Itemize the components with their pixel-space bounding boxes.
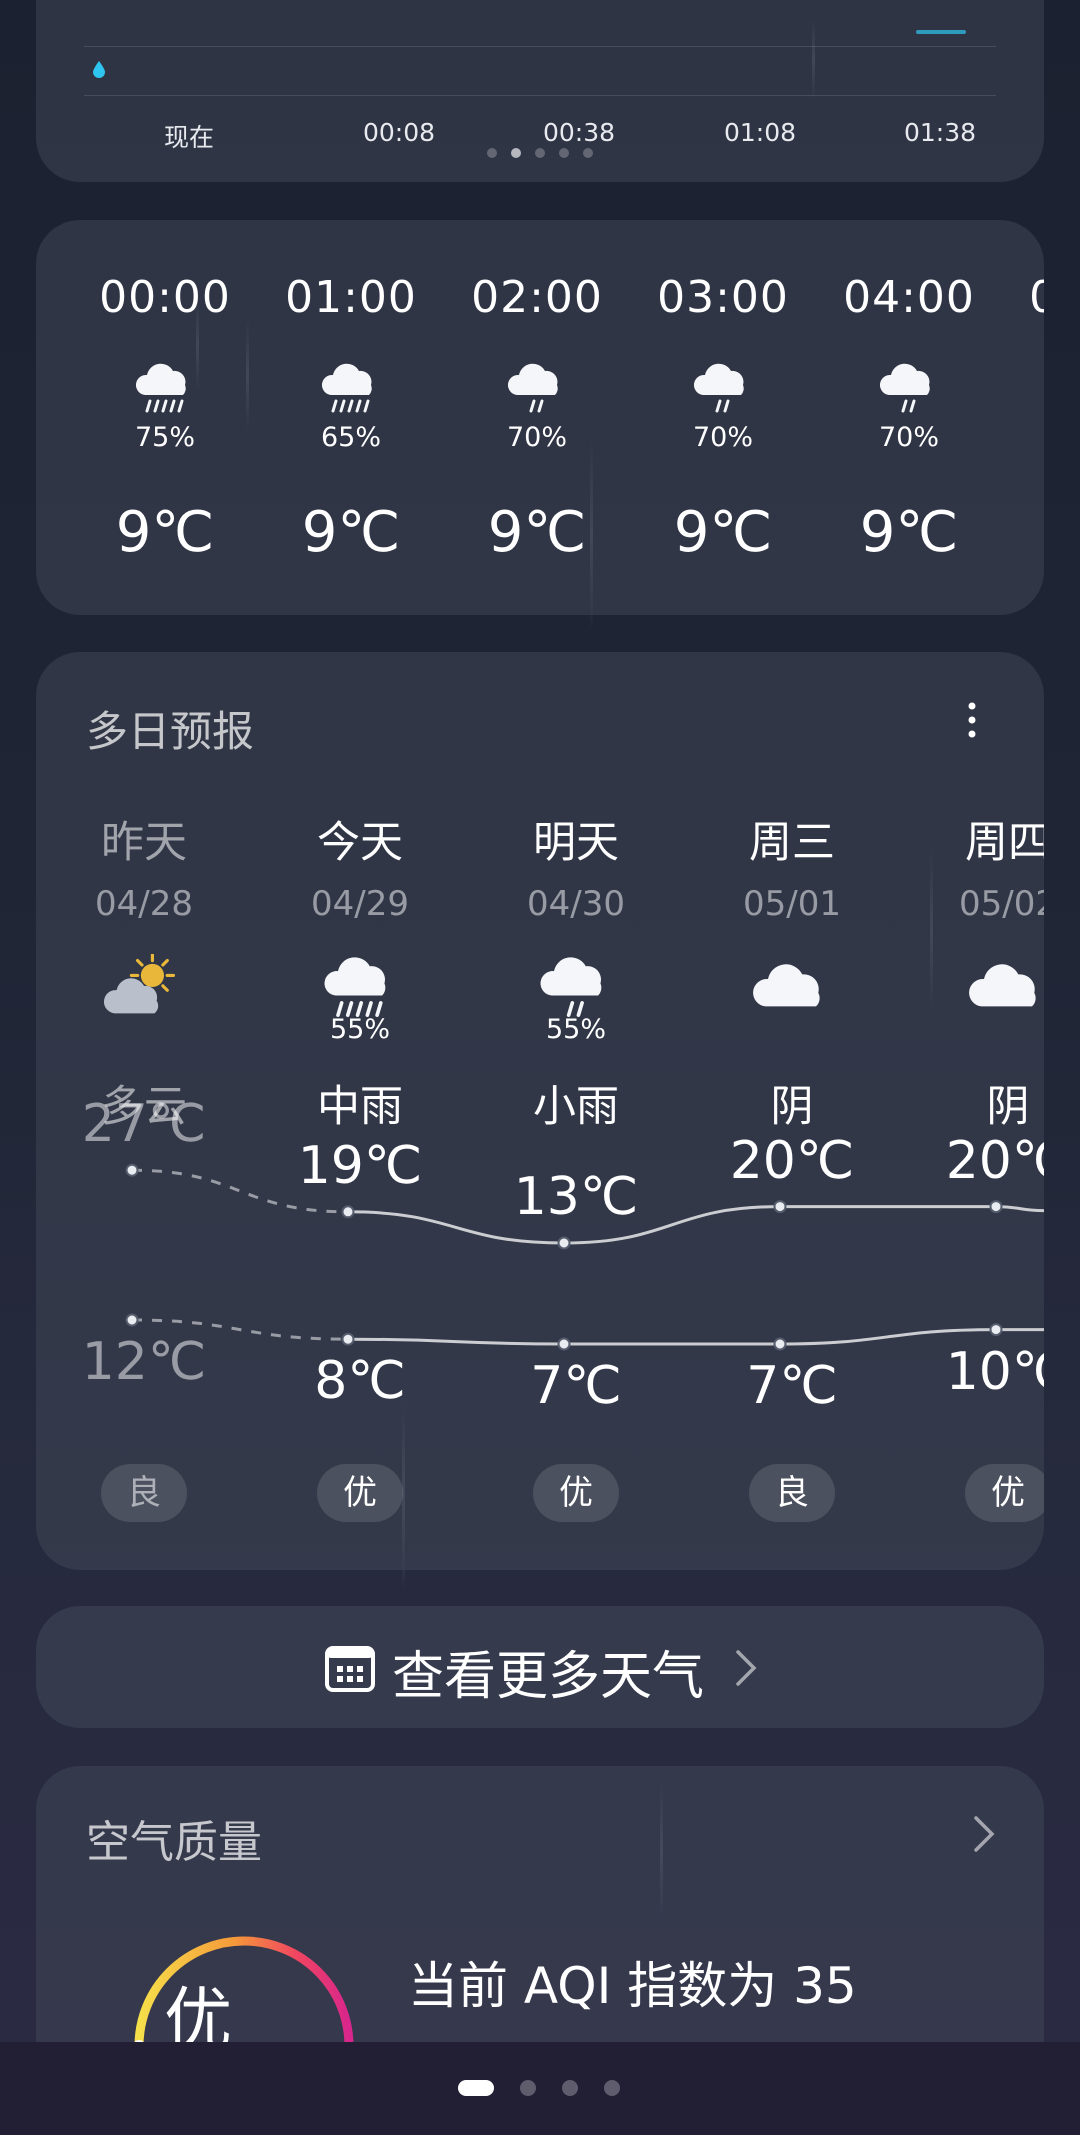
chevron-right-icon[interactable] xyxy=(972,1814,996,1854)
light-rain-cloud-icon xyxy=(507,360,567,420)
hourly-item: 01:00 65% 9℃ xyxy=(258,220,444,615)
hourly-item: 04:00 70% 9℃ xyxy=(816,220,1002,615)
chevron-right-icon xyxy=(736,1650,757,1686)
low-temp-label: 7℃ xyxy=(746,1356,838,1416)
city-page-dot[interactable] xyxy=(520,2080,536,2096)
city-page-dot[interactable] xyxy=(562,2080,578,2096)
time-label-now: 现在 xyxy=(164,123,215,152)
low-temp-label: 8℃ xyxy=(314,1351,406,1412)
hour-time: 04:00 xyxy=(843,272,975,323)
precip-probability: 70% xyxy=(692,422,753,453)
hour-temperature: 9℃ xyxy=(115,500,215,565)
bottom-pager-bar xyxy=(0,2042,1080,2135)
hourly-item: 00:00 75% 9℃ xyxy=(72,220,258,615)
high-temp-point xyxy=(773,1200,787,1214)
chart-gridline xyxy=(84,46,996,47)
hourly-item: 03:00 70% 9℃ xyxy=(630,220,816,615)
hour-temperature: 9℃ xyxy=(487,500,587,565)
hour-time: 05:00 xyxy=(1002,272,1044,323)
time-label: 01:08 xyxy=(724,118,797,147)
time-label: 01:38 xyxy=(904,118,977,147)
low-temp-label: 10℃ xyxy=(945,1341,1044,1402)
city-page-dot[interactable] xyxy=(604,2080,620,2096)
minutely-precip-card[interactable]: 现在 00:08 00:38 01:08 01:38 xyxy=(36,0,1044,182)
hour-temperature: 9℃ xyxy=(673,500,773,565)
precip-probability: 70% xyxy=(506,422,567,453)
page-indicator-dot[interactable] xyxy=(559,148,569,158)
time-label: 00:38 xyxy=(543,118,616,147)
high-trend-line xyxy=(347,1205,1044,1245)
precip-probability: 75% xyxy=(134,422,195,453)
time-label: 00:08 xyxy=(363,118,436,147)
page-indicator-dot[interactable] xyxy=(583,148,593,158)
high-temp-label: 20℃ xyxy=(729,1130,855,1191)
aqi-summary: 当前 AQI 指数为 35 xyxy=(408,1957,857,2015)
hourly-item: 05:00 70% 9℃ xyxy=(1002,220,1044,615)
hour-time: 00:00 xyxy=(99,272,231,323)
precip-probability: 70% xyxy=(878,422,939,453)
hour-time: 02:00 xyxy=(471,272,603,323)
air-quality-card[interactable]: 空气质量 优 当前 AQI 指数为 35 xyxy=(36,1766,1044,2086)
hourly-item: 02:00 70% 9℃ xyxy=(444,220,630,615)
light-rain-cloud-icon xyxy=(693,360,753,420)
heavy-rain-cloud-icon xyxy=(321,360,381,420)
calendar-icon xyxy=(325,1646,375,1692)
multi-day-forecast-card[interactable]: 多日预报 昨天 04/28 多云 良今天 04/29 55% 中雨 优明天 04/… xyxy=(36,652,1044,1570)
high-temp-label: 13℃ xyxy=(513,1167,639,1227)
low-temp-point xyxy=(989,1323,1003,1337)
high-temp-point xyxy=(989,1200,1003,1214)
city-page-dot-active[interactable] xyxy=(458,2080,494,2096)
page-indicator-dot[interactable] xyxy=(535,148,545,158)
high-temp-label: 27℃ xyxy=(81,1094,207,1155)
low-temp-point xyxy=(557,1337,571,1351)
precip-probability: 70% xyxy=(1002,422,1044,453)
precip-bar xyxy=(916,30,966,34)
low-temp-point xyxy=(125,1313,139,1327)
low-temp-point xyxy=(773,1337,787,1351)
light-rain-cloud-icon xyxy=(879,360,939,420)
hour-temperature: 9℃ xyxy=(859,500,959,565)
high-temp-label: 19℃ xyxy=(297,1135,423,1196)
heavy-rain-cloud-icon xyxy=(135,360,195,420)
raindrop-icon xyxy=(93,61,105,78)
view-more-label: 查看更多天气 xyxy=(392,1647,705,1707)
view-more-weather-button[interactable]: 查看更多天气 xyxy=(36,1606,1044,1728)
low-temp-point xyxy=(341,1332,355,1346)
card-title: 空气质量 xyxy=(86,1817,262,1868)
hour-temperature: 9℃ xyxy=(301,500,401,565)
chart-baseline xyxy=(84,95,996,96)
high-temp-point xyxy=(341,1205,355,1219)
hour-time: 01:00 xyxy=(285,272,417,323)
low-temp-label: 7℃ xyxy=(530,1356,622,1416)
hourly-forecast-card[interactable]: 00:00 75% 9℃ 01:00 65% 9℃ 02:00 70% 9℃ 03:0… xyxy=(36,220,1044,615)
page-indicator-dot[interactable] xyxy=(487,148,497,158)
weather-screen: { "minutely": { "time_labels": ["现在", "0… xyxy=(0,0,1080,2135)
hour-temperature: 9℃ xyxy=(1002,500,1044,565)
high-temp-label: 20℃ xyxy=(945,1130,1044,1191)
hour-time: 03:00 xyxy=(657,272,789,323)
low-temp-label: 12℃ xyxy=(81,1332,207,1392)
high-temp-point xyxy=(557,1236,571,1250)
precip-probability: 65% xyxy=(320,422,381,453)
high-temp-point xyxy=(125,1163,139,1177)
page-indicator-dot-active[interactable] xyxy=(511,148,521,158)
